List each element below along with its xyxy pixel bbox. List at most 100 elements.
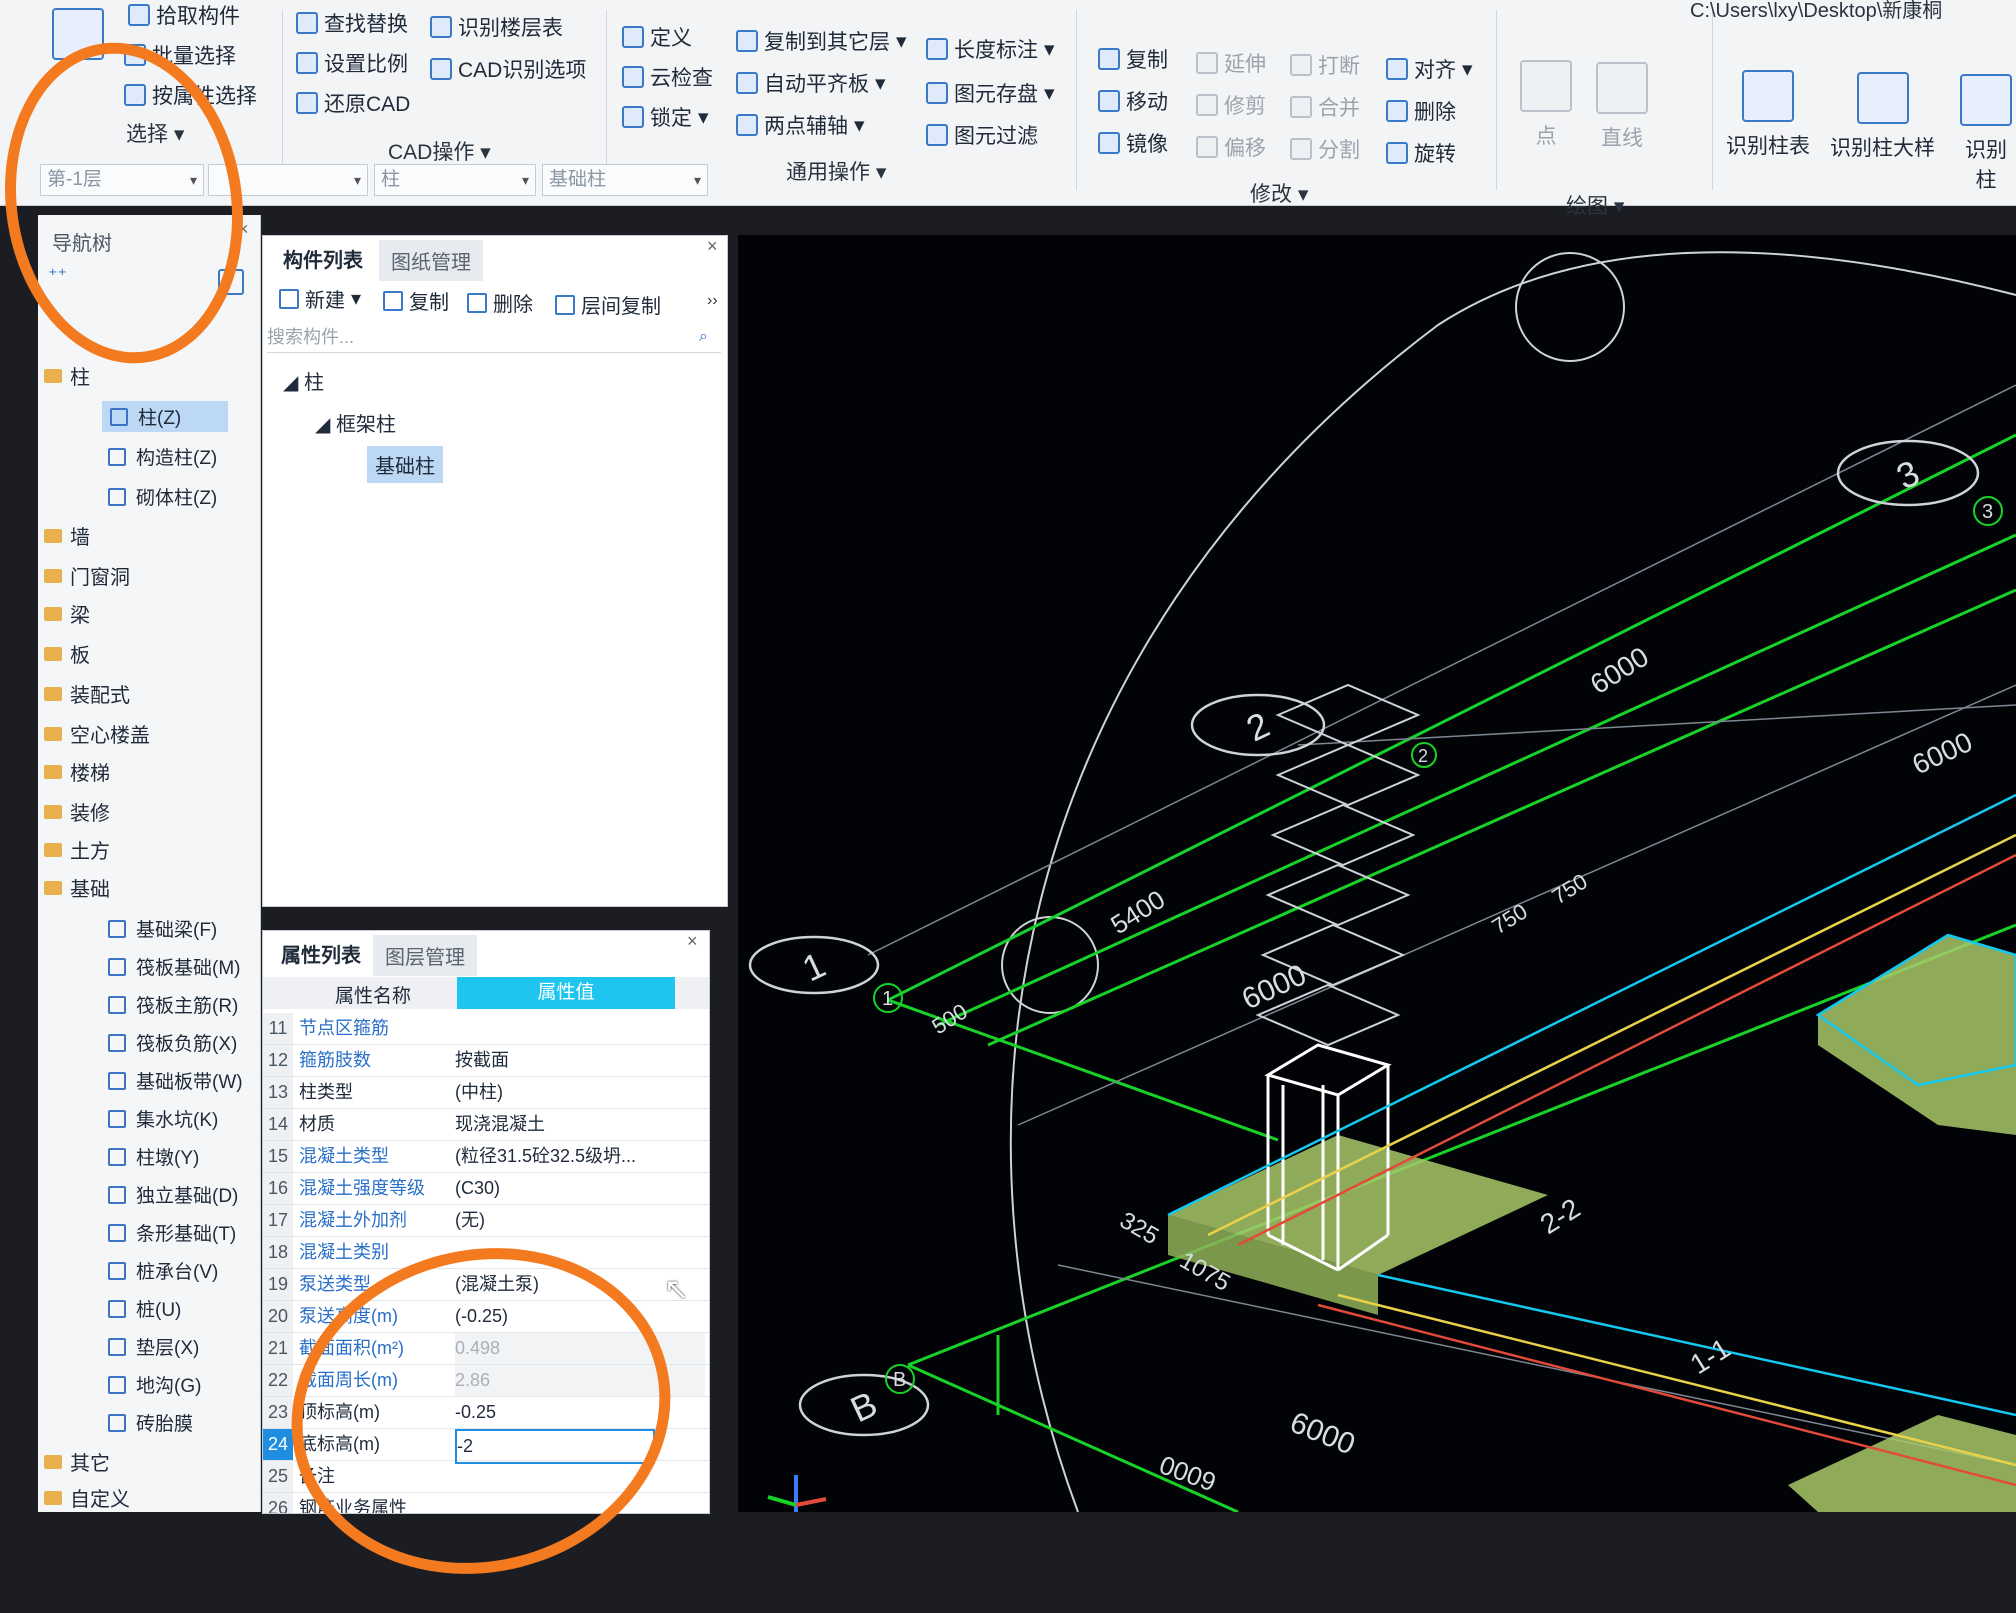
nav-item-raft-negative-rebar[interactable]: 筏板负筋(X) [108,1029,237,1056]
nav-category-earthwork[interactable]: 土方 [44,835,110,864]
nav-category-openings[interactable]: 门窗洞 [44,561,130,590]
modify-group-label[interactable]: 修改 ▾ [1250,178,1308,208]
more-icon[interactable]: ›› [707,292,718,310]
property-row[interactable]: 23 顶标高(m) -0.25 [263,1397,709,1429]
component-select[interactable]: 基础柱 [542,164,708,196]
select-button[interactable] [52,8,104,68]
tree-item-foundation-column[interactable]: 基础柱 [367,446,443,483]
property-row[interactable]: 11 节点区箍筋 [263,1013,709,1045]
property-value[interactable]: 现浇混凝土 [455,1109,705,1140]
property-row[interactable]: 16 混凝土强度等级 (C30) [263,1173,709,1205]
close-icon[interactable]: × [687,931,698,952]
identify-column-detail-button[interactable]: 识别柱大样 [1830,72,1935,162]
nav-category-foundation[interactable]: 基础 [44,873,110,902]
restore-cad-button[interactable]: 还原CAD [296,88,410,118]
lock-button[interactable]: 锁定 ▾ [622,102,709,132]
pick-component-button[interactable]: 拾取构件 [128,0,240,30]
nav-item-structural-column[interactable]: 构造柱(Z) [108,443,217,470]
set-scale-button[interactable]: 设置比例 [296,48,408,78]
extend-button[interactable]: 延伸 [1196,48,1266,78]
nav-category-decoration[interactable]: 装修 [44,797,110,826]
identify-column-table-button[interactable]: 识别柱表 [1726,70,1810,160]
expand-icon[interactable]: ⁺⁺ [48,265,67,286]
tab-component-list[interactable]: 构件列表 [271,238,375,279]
search-icon[interactable]: ⌕ [699,328,708,346]
cloud-check-button[interactable]: 云检查 [622,62,713,92]
property-value[interactable]: 2.86 [455,1365,705,1396]
break-button[interactable]: 打断 [1290,50,1360,80]
nav-category-prefab[interactable]: 装配式 [44,679,130,708]
select-group-label[interactable]: 选择 ▾ [126,118,184,148]
tree-group-frame-column[interactable]: ◢ 框架柱 [315,408,396,437]
nav-item-isolated-footing[interactable]: 独立基础(D) [108,1181,238,1208]
search-input[interactable]: 搜索构件... [267,322,721,353]
property-value[interactable]: -0.25 [455,1397,705,1428]
select-by-property-button[interactable]: 按属性选择 [124,80,257,110]
nav-item-raft-main-rebar[interactable]: 筏板主筋(R) [108,991,238,1018]
element-filter-button[interactable]: 图元过滤 [926,120,1038,150]
nav-category-hollow-floor[interactable]: 空心楼盖 [44,719,150,748]
close-icon[interactable]: × [707,236,718,257]
tab-layer-management[interactable]: 图层管理 [373,935,477,976]
nav-item-strip-footing[interactable]: 条形基础(T) [108,1219,236,1246]
property-value[interactable]: (中柱) [455,1077,705,1108]
define-button[interactable]: 定义 [622,22,692,52]
property-row[interactable]: 13 柱类型 (中柱) [263,1077,709,1109]
close-icon[interactable]: × [238,219,249,240]
nav-item-brick-mold[interactable]: 砖胎膜 [108,1409,193,1436]
property-value[interactable]: (粒径31.5砼32.5级坍... [455,1141,705,1172]
align-button[interactable]: 对齐 ▾ [1386,54,1473,84]
floor-select[interactable]: 第-1层 [40,164,204,196]
type-select[interactable] [208,164,368,196]
point-button[interactable]: 点 [1520,60,1572,150]
copy-component-button[interactable]: 复制 [383,286,449,315]
nav-category-other[interactable]: 其它 [44,1447,110,1476]
property-value[interactable]: (无) [455,1205,705,1236]
delete-button[interactable]: 删除 [1386,96,1456,126]
tree-root-column[interactable]: ◢ 柱 [283,366,324,395]
nav-category-wall[interactable]: 墙 [44,521,90,550]
nav-item-column[interactable]: 柱(Z) [102,401,228,432]
nav-item-trench[interactable]: 地沟(G) [108,1371,201,1398]
copy-button[interactable]: 复制 [1098,44,1168,74]
nav-category-slab[interactable]: 板 [44,639,90,668]
view-icon[interactable] [218,269,244,295]
property-value[interactable]: 0.498 [455,1333,705,1364]
property-row[interactable]: 19 泵送类型 (混凝土泵) [263,1269,709,1301]
nav-item-sump[interactable]: 集水坑(K) [108,1105,218,1132]
property-row[interactable]: 12 箍筋肢数 按截面 [263,1045,709,1077]
auto-flat-slab-button[interactable]: 自动平齐板 ▾ [736,68,886,98]
save-element-button[interactable]: 图元存盘 ▾ [926,78,1055,108]
tab-drawing-management[interactable]: 图纸管理 [379,240,483,281]
property-row[interactable]: 14 材质 现浇混凝土 [263,1109,709,1141]
general-ops-group-label[interactable]: 通用操作 ▾ [786,156,886,186]
split-button[interactable]: 分割 [1290,134,1360,164]
property-value[interactable]: -2 [455,1429,655,1464]
floor-copy-button[interactable]: 层间复制 [555,290,661,319]
identify-column-button[interactable]: 识别柱 [1956,74,2016,194]
two-point-axis-button[interactable]: 两点辅轴 ▾ [736,110,865,140]
nav-category-beam[interactable]: 梁 [44,599,90,628]
delete-component-button[interactable]: 删除 [467,288,533,317]
identify-floor-table-button[interactable]: 识别楼层表 [430,12,563,42]
nav-item-cushion[interactable]: 垫层(X) [108,1333,199,1360]
property-row[interactable]: 25 备注 [263,1461,709,1493]
property-row[interactable]: 17 混凝土外加剂 (无) [263,1205,709,1237]
batch-select-button[interactable]: 批量选择 [124,40,236,70]
property-row[interactable]: 15 混凝土类型 (粒径31.5砼32.5级坍... [263,1141,709,1173]
property-row[interactable]: 18 混凝土类别 [263,1237,709,1269]
length-dim-button[interactable]: 长度标注 ▾ [926,34,1055,64]
copy-to-other-floor-button[interactable]: 复制到其它层 ▾ [736,26,907,56]
offset-button[interactable]: 偏移 [1196,132,1266,162]
nav-item-foundation-strip[interactable]: 基础板带(W) [108,1067,243,1094]
nav-item-foundation-beam[interactable]: 基础梁(F) [108,915,217,942]
property-row[interactable]: 22 截面周长(m) 2.86 [263,1365,709,1397]
nav-item-raft-foundation[interactable]: 筏板基础(M) [108,953,240,980]
nav-category-stairs[interactable]: 楼梯 [44,757,110,786]
cad-drawing[interactable]: 1 2 3 B 1 2 3 B 6000 6000 5400 6000 500 … [738,235,2016,1514]
property-row[interactable]: 26 钢筋业务属性 [263,1493,709,1513]
property-row[interactable]: 24 底标高(m) -2 [263,1429,709,1464]
mirror-button[interactable]: 镜像 [1098,128,1168,158]
nav-category-custom[interactable]: 自定义 [44,1483,130,1512]
tab-property-list[interactable]: 属性列表 [269,933,373,974]
